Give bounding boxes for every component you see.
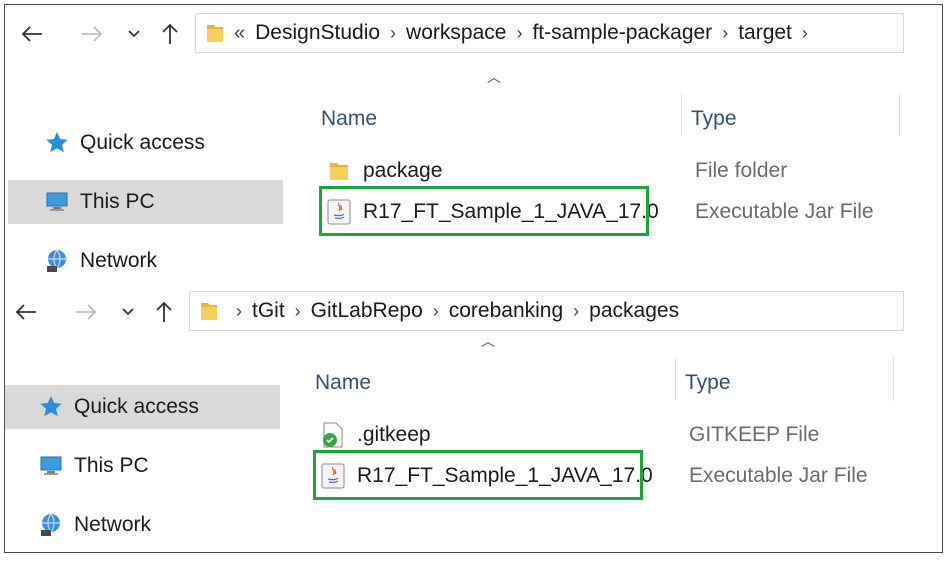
explorer-pane-packages: › tGit › GitLabRepo › corebanking › pack… <box>5 283 942 552</box>
chevron-down-icon <box>128 30 140 38</box>
arrow-left-icon <box>21 26 42 42</box>
column-header-type[interactable]: Type <box>685 361 731 405</box>
chevron-right-icon[interactable]: › <box>792 23 818 44</box>
back-button[interactable] <box>11 297 41 327</box>
arrow-right-icon <box>76 304 97 320</box>
file-row-package[interactable]: package File folder <box>289 151 942 191</box>
computer-icon <box>44 189 70 215</box>
sidebar-item-this-pc[interactable]: This PC <box>8 180 283 224</box>
chevron-right-icon[interactable]: › <box>712 23 738 44</box>
gitkeep-file-icon <box>321 422 345 448</box>
explorer-pane-target: « DesignStudio › workspace › ft-sample-p… <box>5 5 942 275</box>
sidebar-item-label: Quick access <box>74 395 199 418</box>
arrow-up-icon <box>156 301 172 322</box>
breadcrumb-gitlabrepo[interactable]: GitLabRepo <box>311 299 423 323</box>
breadcrumb-ft-sample-packager[interactable]: ft-sample-packager <box>532 21 712 45</box>
up-button[interactable] <box>149 297 179 327</box>
chevron-right-icon[interactable]: › <box>380 23 406 44</box>
chevron-right-icon[interactable]: › <box>563 301 589 322</box>
file-type: Executable Jar File <box>695 200 874 223</box>
column-header-name[interactable]: Name <box>315 361 371 405</box>
sidebar-item-label: Quick access <box>80 131 205 154</box>
sidebar-item-label: Network <box>80 249 158 272</box>
column-header-type[interactable]: Type <box>691 97 737 141</box>
folder-icon <box>201 303 217 320</box>
column-divider[interactable] <box>675 357 676 401</box>
sidebar-item-label: This PC <box>80 190 155 213</box>
column-divider[interactable] <box>681 93 682 137</box>
file-name: package <box>363 159 443 182</box>
column-divider[interactable] <box>893 357 894 401</box>
forward-button[interactable] <box>77 19 107 49</box>
computer-icon <box>38 453 64 479</box>
sidebar-item-label: Network <box>74 513 152 536</box>
file-row-gitkeep[interactable]: .gitkeep GITKEEP File <box>283 415 942 455</box>
breadcrumb-target[interactable]: target <box>738 21 792 45</box>
sort-ascending-icon: ︿ <box>487 69 501 85</box>
star-icon <box>38 394 64 420</box>
chevron-right-icon[interactable]: › <box>226 301 252 322</box>
up-button[interactable] <box>155 19 185 49</box>
breadcrumb-designstudio[interactable]: DesignStudio <box>255 21 380 45</box>
sidebar-item-quick-access[interactable]: Quick access <box>8 121 283 165</box>
sidebar-item-label: This PC <box>74 454 149 477</box>
folder-icon <box>207 25 223 42</box>
file-name: .gitkeep <box>357 423 431 446</box>
file-type: GITKEEP File <box>689 423 820 446</box>
address-bar[interactable]: « DesignStudio › workspace › ft-sample-p… <box>195 13 904 53</box>
chevron-right-icon[interactable]: › <box>506 23 532 44</box>
sidebar-item-network[interactable]: Network <box>8 239 283 283</box>
highlight-box <box>313 450 643 500</box>
file-list: ︿ Name Type .gitkeep GITKEEP File R17_FT… <box>283 327 942 552</box>
sort-ascending-icon: ︿ <box>481 333 495 349</box>
navigation-bar: « DesignStudio › workspace › ft-sample-p… <box>5 5 942 63</box>
column-divider[interactable] <box>899 93 900 137</box>
sidebar-item-quick-access[interactable]: Quick access <box>5 385 280 429</box>
network-icon <box>44 248 70 274</box>
file-type: File folder <box>695 159 788 182</box>
navigation-pane: Quick access This PC Network <box>5 63 283 275</box>
file-list: ︿ Name Type package File folder R17_FT_S… <box>289 63 942 275</box>
star-icon <box>44 130 70 156</box>
navigation-pane: Quick access This PC Network <box>5 341 283 552</box>
network-icon <box>38 512 64 538</box>
forward-button[interactable] <box>71 297 101 327</box>
recent-locations-button[interactable] <box>113 297 143 327</box>
address-bar[interactable]: › tGit › GitLabRepo › corebanking › pack… <box>189 291 904 331</box>
folder-icon <box>327 158 351 184</box>
sidebar-item-this-pc[interactable]: This PC <box>5 444 280 488</box>
chevron-down-icon <box>122 308 134 316</box>
breadcrumb-tgit[interactable]: tGit <box>252 299 285 323</box>
sidebar-item-network[interactable]: Network <box>5 503 280 547</box>
breadcrumb-packages[interactable]: packages <box>589 299 679 323</box>
column-header-name[interactable]: Name <box>321 97 377 141</box>
file-type: Executable Jar File <box>689 464 868 487</box>
arrow-up-icon <box>162 23 178 44</box>
breadcrumb-corebanking[interactable]: corebanking <box>449 299 563 323</box>
breadcrumb-workspace[interactable]: workspace <box>406 21 506 45</box>
screenshot-frame: « DesignStudio › workspace › ft-sample-p… <box>4 4 943 553</box>
recent-locations-button[interactable] <box>119 19 149 49</box>
chevron-right-icon[interactable]: › <box>285 301 311 322</box>
highlight-box <box>319 186 649 236</box>
arrow-right-icon <box>82 26 103 42</box>
overflow-chevron[interactable]: « <box>232 22 255 45</box>
chevron-right-icon[interactable]: › <box>423 301 449 322</box>
back-button[interactable] <box>17 19 47 49</box>
arrow-left-icon <box>15 304 36 320</box>
